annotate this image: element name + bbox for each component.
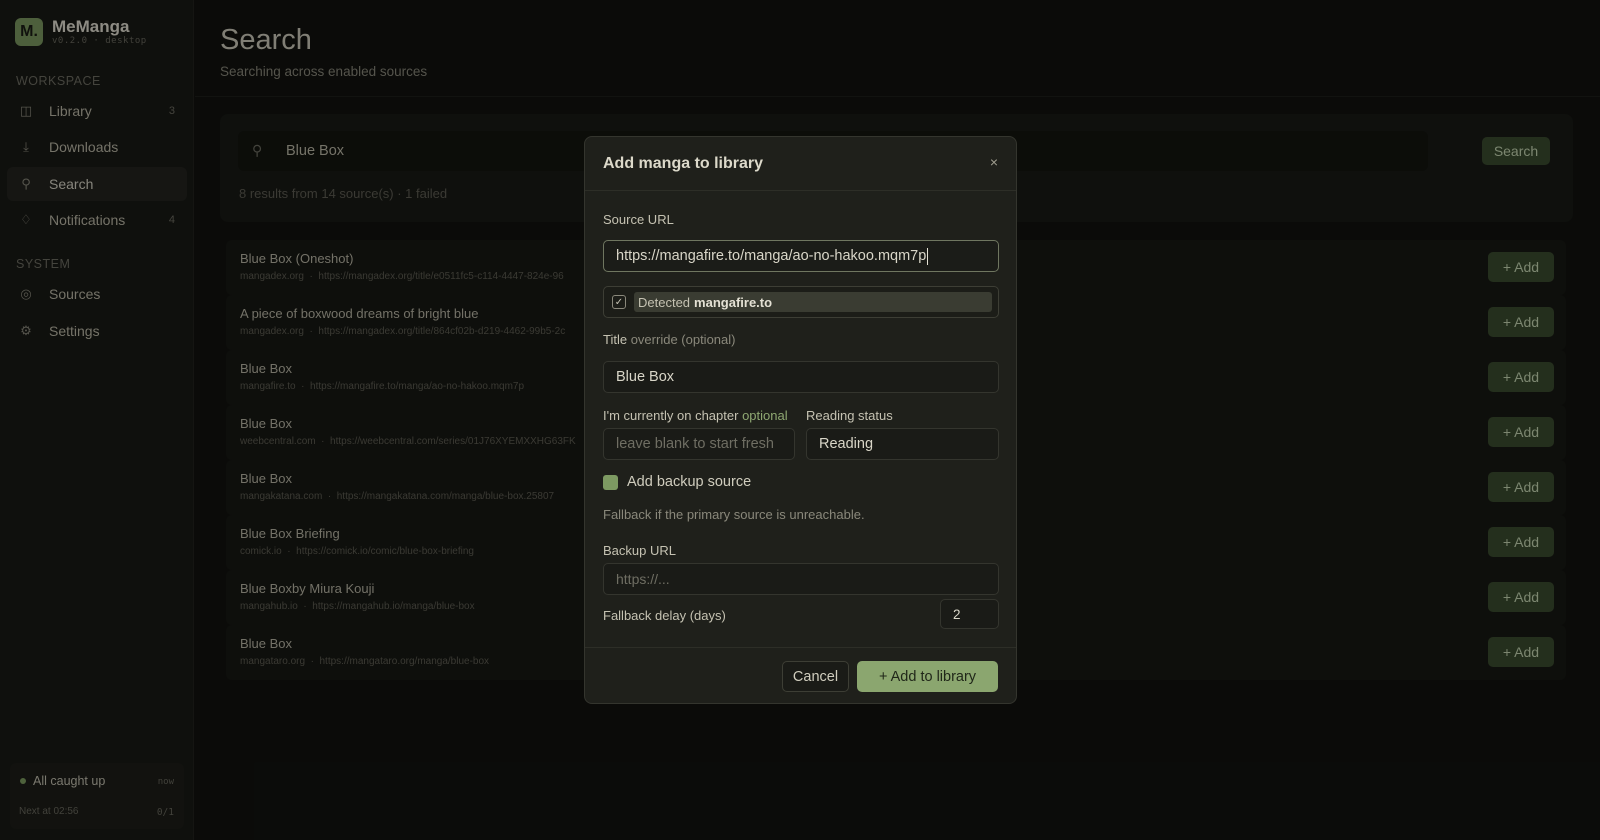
title-label: Title override (optional): [603, 332, 736, 347]
chapter-input[interactable]: leave blank to start fresh: [603, 428, 795, 460]
backup-source-label[interactable]: Add backup source: [627, 474, 751, 490]
source-url-input[interactable]: https://mangafire.to/manga/ao-no-hakoo.m…: [603, 240, 999, 272]
reading-status-label: Reading status: [806, 408, 893, 423]
backup-url-input[interactable]: https://...: [603, 563, 999, 595]
add-manga-dialog: Add manga to library × Source URL https:…: [584, 136, 1017, 704]
source-url-label: Source URL: [603, 212, 674, 227]
reading-status-value: Reading: [819, 436, 874, 452]
fallback-delay-value: 2: [953, 606, 961, 622]
add-to-library-button[interactable]: + Add to library: [857, 661, 998, 692]
cancel-button[interactable]: Cancel: [782, 661, 849, 692]
text-caret: [927, 247, 929, 265]
detected-source-badge: ✓ Detected mangafire.to: [603, 286, 999, 318]
title-value: Blue Box: [616, 369, 675, 385]
dialog-title: Add manga to library: [603, 155, 764, 172]
detected-source-text: Detected mangafire.to: [634, 292, 992, 312]
backup-hint: Fallback if the primary source is unreac…: [603, 507, 865, 522]
backup-url-placeholder: https://...: [616, 571, 670, 587]
close-icon[interactable]: ×: [990, 154, 998, 170]
chapter-label: I'm currently on chapter optional: [603, 408, 788, 423]
chapter-placeholder: leave blank to start fresh: [616, 436, 774, 452]
backup-url-label: Backup URL: [603, 543, 676, 558]
reading-status-select[interactable]: Reading: [806, 428, 999, 460]
detected-source-name: mangafire.to: [694, 294, 773, 310]
fallback-delay-label: Fallback delay (days): [603, 608, 726, 623]
backup-source-checkbox[interactable]: [603, 475, 618, 490]
title-input[interactable]: Blue Box: [603, 361, 999, 393]
source-url-value: https://mangafire.to/manga/ao-no-hakoo.m…: [616, 248, 927, 264]
fallback-delay-input[interactable]: 2: [940, 599, 999, 629]
dialog-footer-divider: [585, 647, 1016, 648]
dialog-header-divider: [585, 190, 1016, 191]
check-icon: ✓: [612, 295, 626, 309]
detected-prefix: Detected: [638, 294, 691, 310]
